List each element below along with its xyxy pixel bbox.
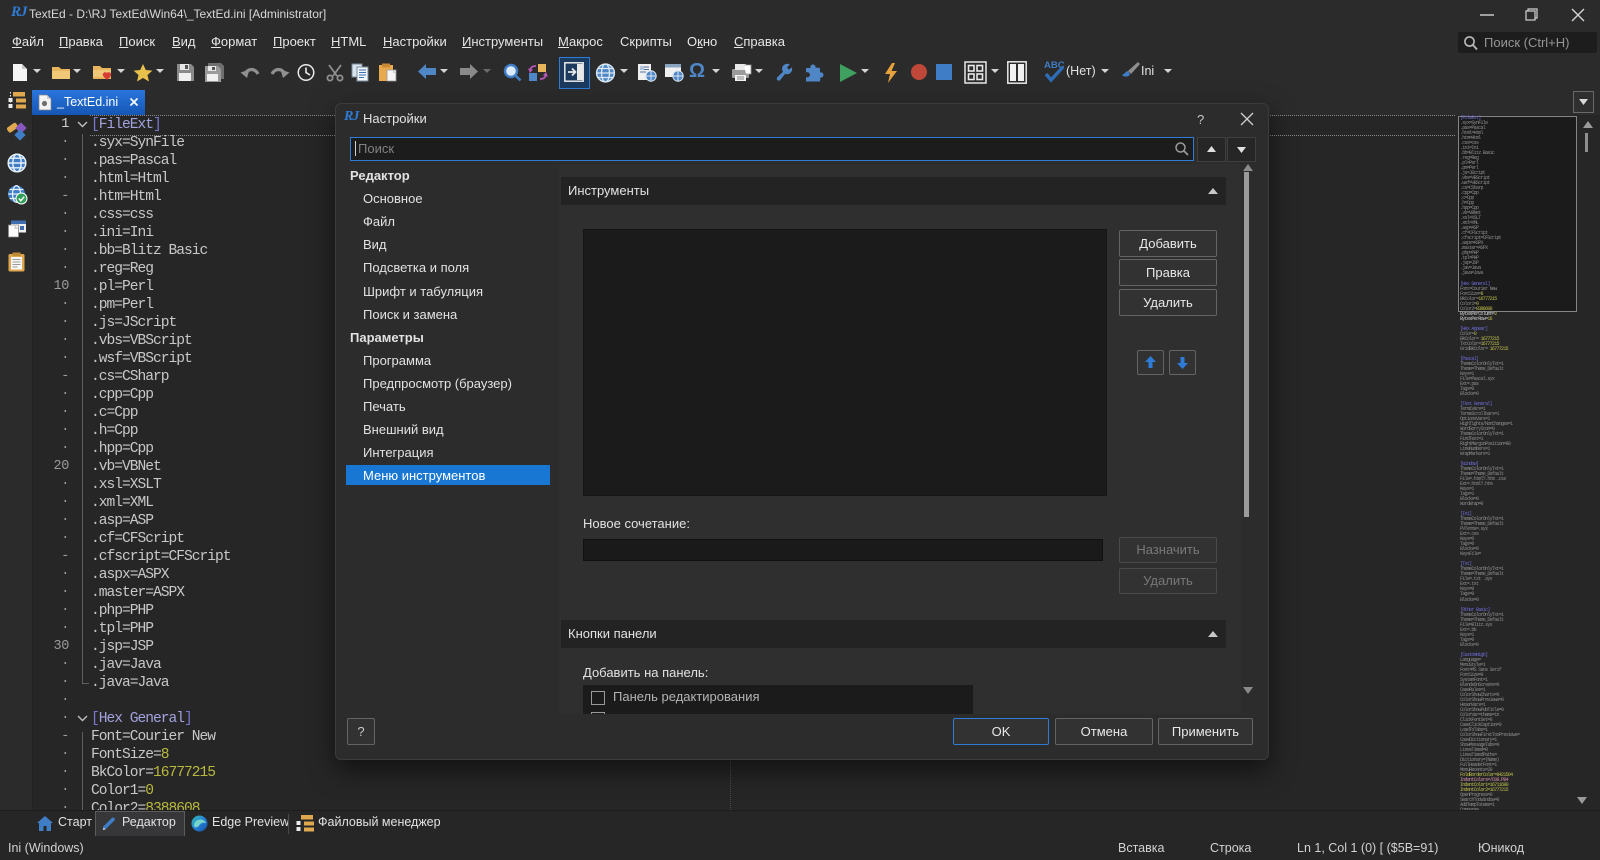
svg-text:?: ? [1197, 112, 1204, 127]
